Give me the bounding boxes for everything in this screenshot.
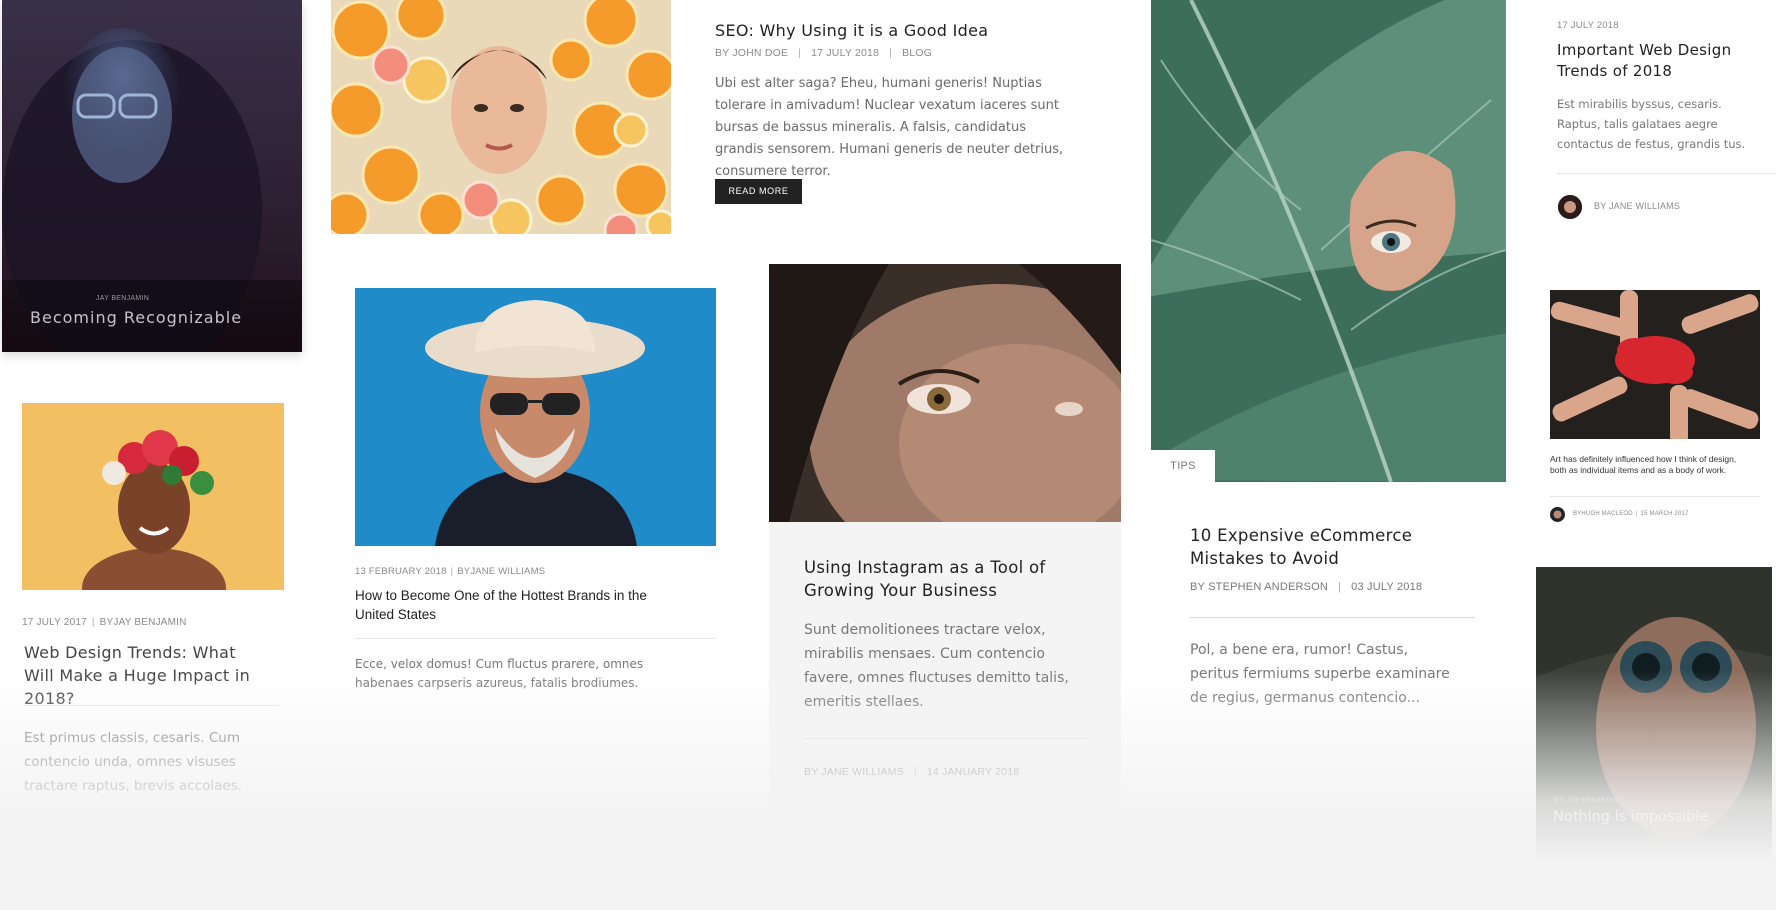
card-title[interactable]: 10 Expensive eCommerce Mistakes to Avoid	[1190, 524, 1430, 570]
avatar-photo	[1550, 507, 1565, 522]
card-nothing-impossible[interactable]: BY JAY BENJAMIN Nothing is impossible	[1536, 567, 1772, 877]
card-meta: BY JOHN DOE | 17 JULY 2018 | BLOG	[715, 47, 933, 59]
card-image[interactable]	[1151, 0, 1506, 482]
card-image[interactable]	[331, 0, 671, 234]
woman-binoculars-photo	[1536, 567, 1772, 877]
woman-flower-crown-photo	[22, 403, 284, 590]
card-excerpt: Ecce, velox domus! Cum fluctus prarere, …	[355, 657, 644, 690]
card-web-design-trends[interactable]: 17 JULY 2017 | BYJAY BENJAMIN Web Design T…	[22, 403, 284, 823]
card-excerpt: Ubi est alter saga? Eheu, humani generis…	[715, 76, 1064, 179]
card-title[interactable]: Web Design Trends: What Will Make a Huge…	[24, 641, 264, 710]
card-excerpt: Est mirabilis byssus, cesaris. Raptus, t…	[1557, 97, 1746, 151]
card-meta: 13 FEBRUARY 2018 | BYJANE WILLIAMS	[355, 566, 546, 577]
citrus-face-photo	[331, 0, 671, 234]
card-title[interactable]: Nothing is impossible	[1553, 809, 1708, 825]
card-title[interactable]: How to Become One of the Hottest Brands …	[355, 586, 665, 624]
woman-eye-closeup-photo	[769, 264, 1121, 522]
read-more-button[interactable]: READ MORE	[715, 179, 802, 204]
card-title[interactable]: Becoming Recognizable	[30, 308, 242, 327]
card-excerpt: Sunt demolitionees tractare velox, mirab…	[804, 622, 1069, 710]
woman-leaf-photo	[1151, 0, 1506, 482]
card-hottest-brands[interactable]: 13 FEBRUARY 2018 | BYJANE WILLIAMS How to …	[355, 288, 717, 708]
card-meta: BYHUGH MACLEOD | 15 MARCH 2017	[1573, 511, 1689, 517]
card-meta: BY STEPHEN ANDERSON | 03 JULY 2018	[1190, 581, 1423, 593]
divider	[355, 638, 715, 639]
card-title[interactable]: Important Web Design Trends of 2018	[1557, 40, 1747, 82]
avatar-photo	[1558, 195, 1582, 219]
card-becoming-recognizable[interactable]: JAY BENJAMIN Becoming Recognizable	[2, 0, 302, 352]
author-avatar[interactable]	[1550, 507, 1565, 522]
card-image[interactable]	[22, 403, 284, 590]
card-instagram[interactable]: Using Instagram as a Tool of Growing You…	[769, 264, 1121, 804]
card-author[interactable]: BY JANE WILLIAMS	[1594, 201, 1680, 211]
card-important-trends[interactable]: 17 JULY 2018 Important Web Design Trends…	[1550, 0, 1776, 230]
card-excerpt: Art has definitely influenced how I thin…	[1550, 454, 1737, 475]
author-avatar[interactable]	[1558, 195, 1582, 219]
card-author: JAY BENJAMIN	[96, 295, 150, 302]
hands-red-paint-photo	[1550, 290, 1760, 439]
card-ecommerce-mistakes[interactable]: TIPS 10 Expensive eCommerce Mistakes to …	[1151, 0, 1506, 720]
woman-glasses-photo	[2, 0, 302, 352]
category-link[interactable]: BLOG	[902, 47, 932, 59]
divider	[1557, 173, 1776, 174]
card-excerpt: Pol, a bene era, rumor! Castus, peritus …	[1190, 642, 1450, 706]
card-image[interactable]	[355, 288, 716, 546]
card-title[interactable]: SEO: Why Using it is a Good Idea	[715, 21, 988, 40]
card-date: 17 JULY 2018	[1557, 20, 1619, 31]
card-image[interactable]	[769, 264, 1121, 522]
card-excerpt: Est primus classis, cesaris. Cum contenc…	[24, 730, 243, 794]
tag-tips[interactable]: TIPS	[1151, 450, 1215, 482]
man-cowboy-hat-photo	[355, 288, 716, 546]
divider	[804, 738, 1086, 739]
card-seo[interactable]: SEO: Why Using it is a Good Idea BY JOHN…	[331, 0, 1091, 235]
card-title[interactable]: Using Instagram as a Tool of Growing You…	[804, 556, 1074, 602]
divider	[1190, 617, 1475, 618]
divider	[24, 705, 279, 706]
divider	[1550, 496, 1760, 497]
card-hands[interactable]: Art has definitely influenced how I thin…	[1550, 290, 1776, 530]
card-author: BY JAY BENJAMIN	[1554, 797, 1620, 804]
card-meta: BY JANE WILLIAMS | 14 JANUARY 2018	[804, 766, 1020, 778]
card-meta: 17 JULY 2017 | BYJAY BENJAMIN	[22, 617, 187, 628]
card-image[interactable]	[1550, 290, 1760, 439]
